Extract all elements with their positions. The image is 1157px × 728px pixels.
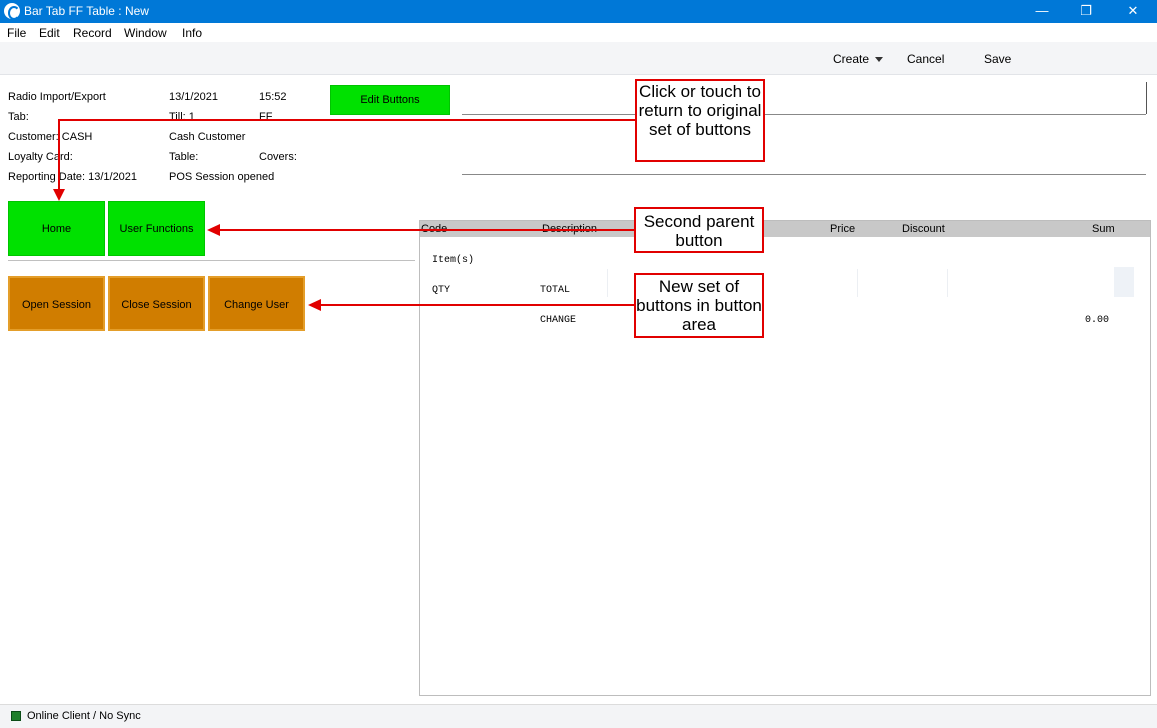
toolbar: Create Cancel Save — [0, 42, 1157, 75]
close-button[interactable]: ✕ — [1110, 0, 1156, 23]
menu-edit[interactable]: Edit — [39, 26, 60, 40]
title-bar: Bar Tab FF Table : New — ❐ ✕ — [0, 0, 1157, 23]
app-icon — [4, 3, 20, 20]
create-label: Create — [833, 52, 870, 66]
display-divider-top — [462, 114, 1146, 115]
status-text: Online Client / No Sync — [27, 710, 141, 722]
menu-record[interactable]: Record — [73, 26, 112, 40]
total-label: TOTAL — [540, 285, 571, 296]
trans-date: 13/1/2021 — [169, 91, 218, 103]
grid-cell-highlight — [1114, 267, 1134, 297]
trans-time: 15:52 — [259, 91, 287, 103]
close-session-button[interactable]: Close Session — [108, 276, 205, 331]
change-user-button[interactable]: Change User — [208, 276, 305, 331]
till-label: Till: 1 — [169, 111, 195, 123]
table-label: Table: — [169, 151, 199, 163]
col-sum[interactable]: Sum — [1092, 223, 1115, 235]
minimize-button[interactable]: — — [1019, 0, 1065, 23]
callout-arrow-1-vertical — [58, 119, 60, 191]
display-border-right — [1146, 82, 1147, 114]
edit-buttons-button[interactable]: Edit Buttons — [330, 85, 450, 115]
reporting-date: Reporting Date: 13/1/2021 — [8, 171, 138, 183]
status-bar: Online Client / No Sync — [0, 704, 1157, 728]
items-label: Item(s) — [432, 255, 475, 266]
customer-name: Cash Customer — [169, 131, 246, 143]
home-button[interactable]: Home — [8, 201, 105, 256]
callout-new-buttons: New set of buttons in button area — [634, 273, 764, 338]
item-grid[interactable]: Code Description Price Discount Sum Item… — [419, 220, 1151, 696]
radio-import-export[interactable]: Radio Import/Export — [8, 91, 106, 103]
chevron-down-icon — [875, 57, 884, 63]
tab-label: Tab: — [8, 111, 29, 123]
session-status: POS Session opened — [169, 171, 275, 183]
button-area-divider — [8, 260, 415, 261]
menu-window[interactable]: Window — [124, 26, 167, 40]
open-session-button[interactable]: Open Session — [8, 276, 105, 331]
menu-file[interactable]: File — [7, 26, 26, 40]
user-functions-button[interactable]: User Functions — [108, 201, 205, 256]
cancel-button[interactable]: Cancel — [907, 52, 944, 66]
arrow-left-icon — [308, 299, 321, 311]
restore-button[interactable]: ❐ — [1063, 0, 1109, 23]
loyalty-card-label: Loyalty Card: — [8, 151, 73, 163]
customer-label: Customer: CASH — [8, 131, 93, 143]
change-value: 0.00 — [1085, 315, 1110, 326]
grid-cell-divider — [947, 269, 948, 297]
callout-arrow-1-horizontal — [59, 119, 636, 121]
col-price[interactable]: Price — [830, 223, 855, 235]
callout-return-original: Click or touch to return to original set… — [635, 79, 765, 162]
grid-cell-divider — [857, 269, 858, 297]
callout-second-parent: Second parent button — [634, 207, 764, 253]
create-button[interactable]: Create — [833, 52, 884, 66]
display-divider-bottom — [462, 174, 1146, 175]
till-code: FF — [259, 111, 273, 123]
covers-label: Covers: — [259, 151, 297, 163]
menu-bar: File Edit Record Window Info — [0, 23, 1157, 42]
arrow-left-icon — [207, 224, 220, 236]
save-button[interactable]: Save — [984, 52, 1011, 66]
callout-arrow-2 — [219, 229, 636, 231]
qty-label: QTY — [432, 285, 451, 296]
window-title: Bar Tab FF Table : New — [24, 4, 149, 18]
grid-cell-divider — [607, 269, 608, 297]
menu-info[interactable]: Info — [182, 26, 202, 40]
connection-status-icon — [11, 711, 21, 721]
callout-arrow-3 — [320, 304, 636, 306]
arrow-down-icon — [53, 189, 65, 201]
col-discount[interactable]: Discount — [902, 223, 945, 235]
change-label: CHANGE — [540, 315, 577, 326]
